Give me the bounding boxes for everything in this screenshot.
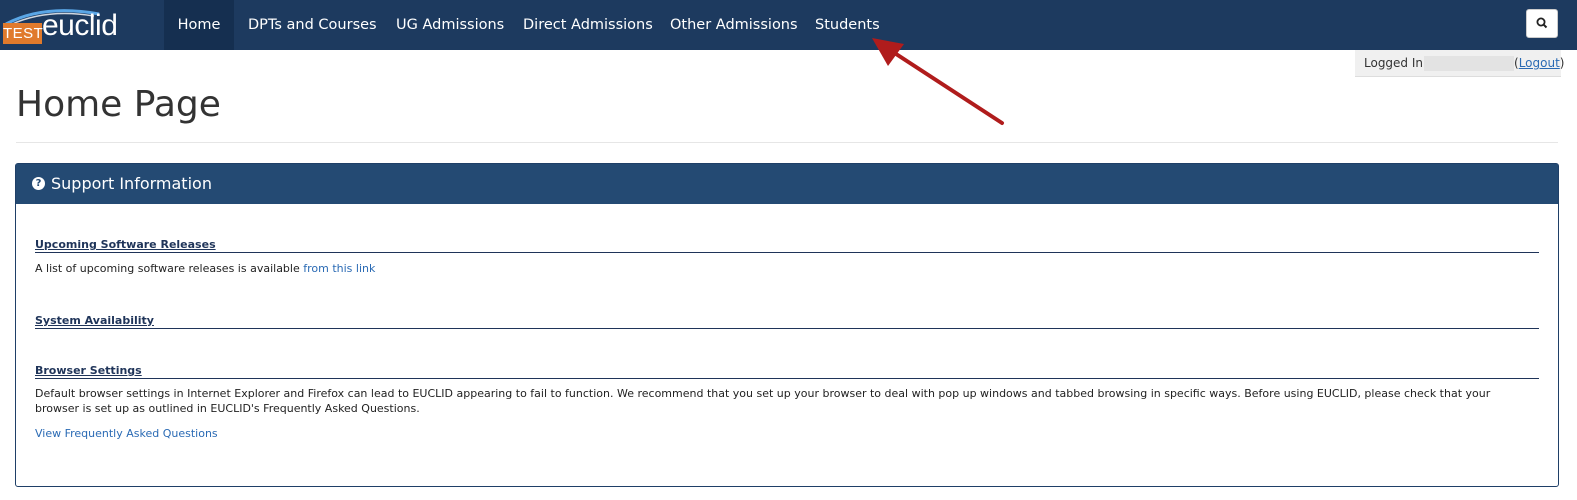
- panel-heading: ? Support Information: [16, 164, 1558, 204]
- releases-link[interactable]: from this link: [303, 262, 375, 275]
- releases-text: A list of upcoming software releases is …: [35, 262, 304, 275]
- help-icon: ?: [32, 177, 45, 190]
- faq-link[interactable]: View Frequently Asked Questions: [35, 427, 218, 440]
- logout-link[interactable]: Logout: [1519, 56, 1560, 70]
- redacted-username: [1424, 56, 1514, 71]
- support-panel: ? Support Information Upcoming Software …: [15, 163, 1559, 487]
- section-heading-browser-settings: Browser Settings: [35, 364, 1539, 379]
- session-bar: Logged In: (Logout): [1355, 50, 1564, 77]
- search-icon: [1536, 17, 1548, 29]
- search-button[interactable]: [1526, 9, 1558, 38]
- section-heading-upcoming-releases: Upcoming Software Releases: [35, 238, 1539, 253]
- title-divider: [16, 142, 1558, 143]
- nav-ug-admissions[interactable]: UG Admissions: [396, 0, 504, 50]
- nav-dpts-and-courses[interactable]: DPTs and Courses: [248, 0, 377, 50]
- euclid-logo[interactable]: TEST euclid: [0, 0, 164, 50]
- logout-wrapper: (Logout): [1514, 50, 1564, 77]
- section-text-upcoming-releases: A list of upcoming software releases is …: [35, 261, 1535, 276]
- nav-home[interactable]: Home: [164, 0, 234, 50]
- logo-wordmark: euclid: [42, 9, 118, 42]
- nav-direct-admissions[interactable]: Direct Admissions: [523, 0, 653, 50]
- top-navbar: TEST euclid Home DPTs and Courses UG Adm…: [0, 0, 1577, 50]
- annotation-arrow-icon: [872, 38, 1004, 125]
- logo-test-badge: TEST: [3, 23, 44, 44]
- panel-title: Support Information: [51, 174, 212, 193]
- logout-close-paren: ): [1559, 56, 1565, 70]
- nav-other-admissions[interactable]: Other Admissions: [670, 0, 798, 50]
- faq-link-row: View Frequently Asked Questions: [35, 426, 1535, 441]
- section-heading-system-availability: System Availability: [35, 314, 1539, 329]
- logged-in-label: Logged In:: [1364, 56, 1428, 70]
- section-text-browser-settings: Default browser settings in Internet Exp…: [35, 387, 1491, 415]
- page-title: Home Page: [16, 84, 221, 125]
